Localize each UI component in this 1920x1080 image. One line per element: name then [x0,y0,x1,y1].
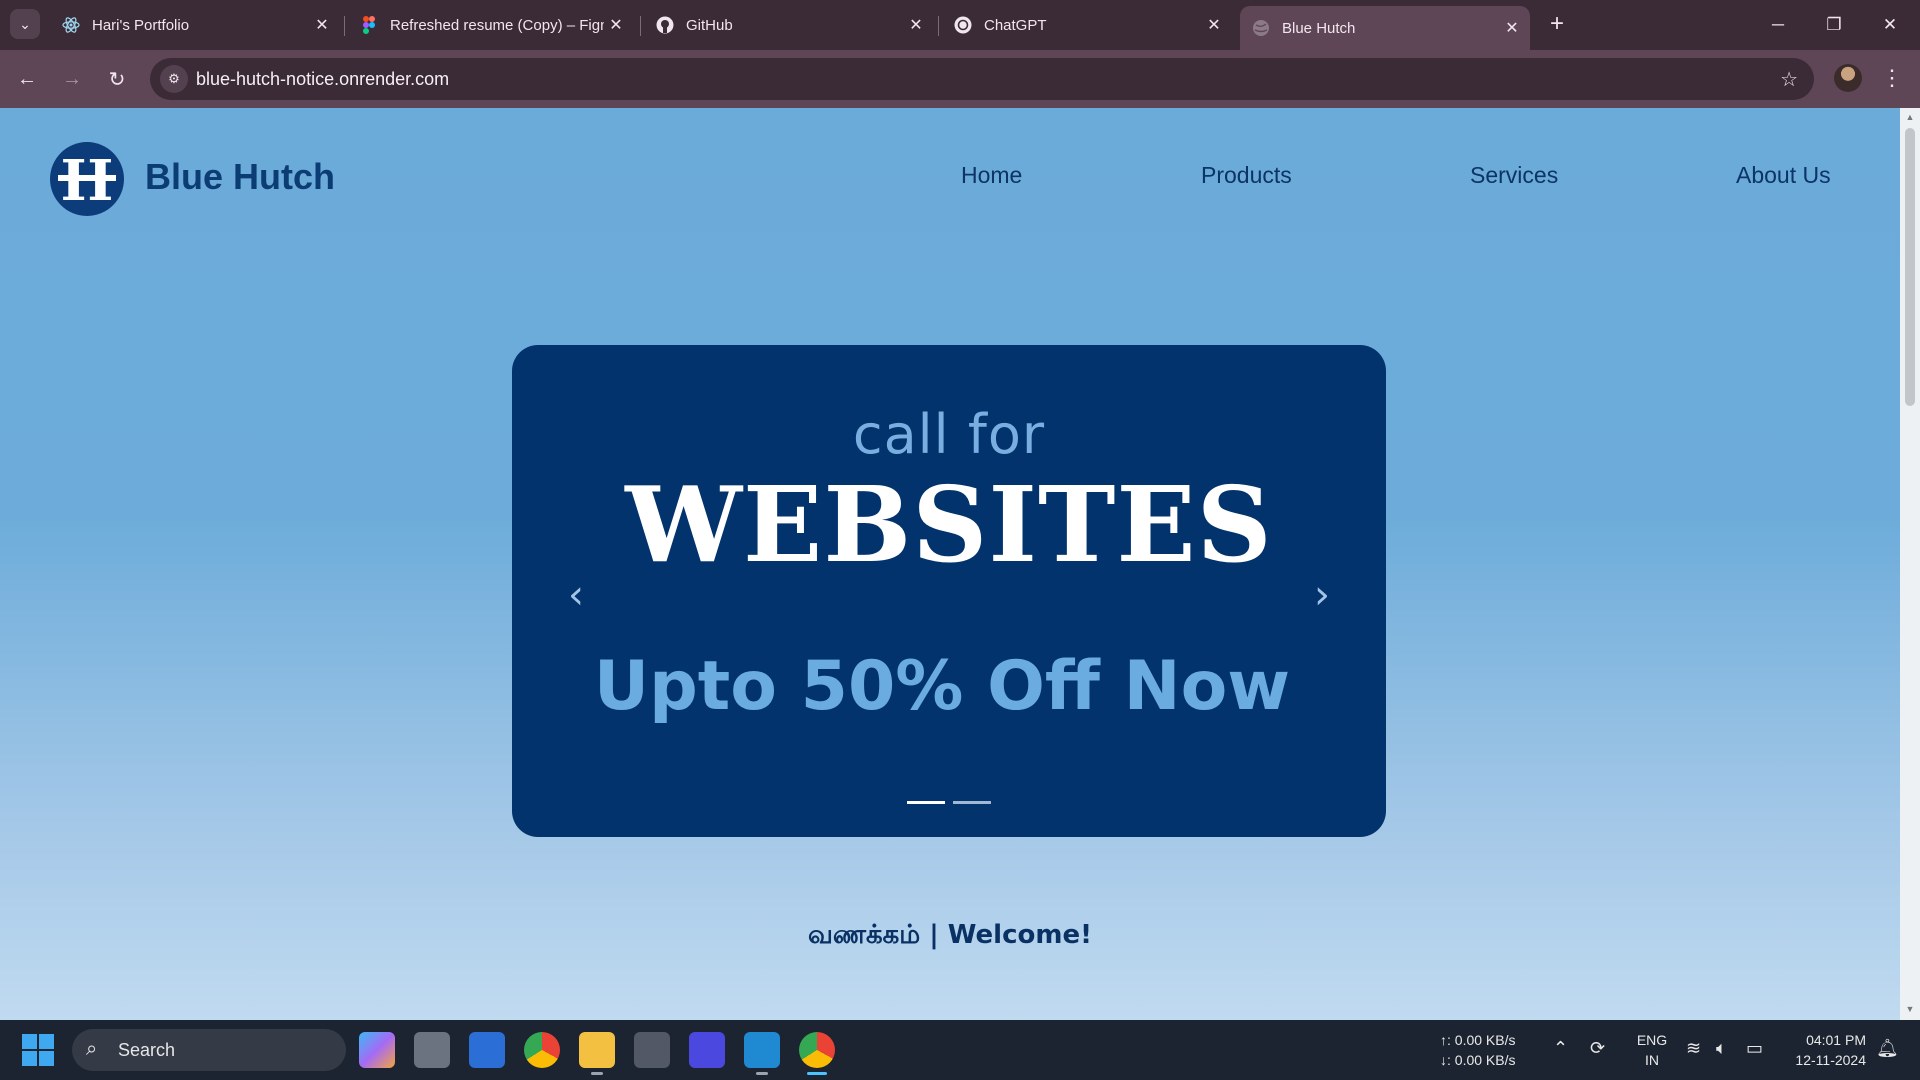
tab-title: ChatGPT [984,16,1047,34]
tab-divider [938,16,939,36]
clock[interactable]: 04:01 PM 12-11-2024 [1782,1030,1866,1070]
address-bar[interactable]: ⚙ blue-hutch-notice.onrender.com ☆ [150,58,1814,100]
task-view-icon[interactable] [414,1032,450,1068]
vscode-icon[interactable] [744,1032,780,1068]
tab-title: Hari's Portfolio [92,16,190,34]
figma-icon [360,16,378,34]
nav-services[interactable]: Services [1470,162,1558,189]
site-name[interactable]: Blue Hutch [145,156,335,198]
tab-title: Refreshed resume (Copy) – Figma [390,16,604,34]
notification-bell-icon[interactable]: 🔔︎ [1876,1038,1899,1059]
bookmark-star-icon[interactable]: ☆ [1780,67,1798,92]
hero-offer: Upto 50% Off Now [593,647,1291,726]
scroll-up-icon[interactable]: ▲ [1904,112,1916,124]
browser-toolbar: ← → ↻ ⚙ blue-hutch-notice.onrender.com ☆… [0,50,1920,108]
close-tab-icon[interactable]: ✕ [904,13,928,37]
github-icon [656,16,674,34]
copilot-icon[interactable] [359,1032,395,1068]
search-placeholder: Search [118,1040,176,1060]
welcome-heading: வணக்கம் | Welcome! [808,920,1092,950]
language-code: ENG [1636,1032,1668,1048]
hero-carousel: call for WEBSITES Upto 50% Off Now ‹ › [512,345,1386,837]
nav-home[interactable]: Home [961,162,1022,189]
wifi-icon[interactable]: ≋ [1686,1038,1701,1059]
tab-haris-portfolio[interactable]: Hari's Portfolio ✕ [50,8,340,42]
page-scrollbar[interactable]: ▲ ▼ [1900,108,1920,1020]
globe-icon [1252,19,1270,37]
cursor-ide-icon[interactable] [689,1032,725,1068]
close-tab-icon[interactable]: ✕ [1202,13,1226,37]
h-logo-icon: H [58,148,116,214]
tab-blue-hutch[interactable]: Blue Hutch ✕ [1240,6,1530,50]
battery-icon[interactable]: ▭ [1746,1038,1763,1059]
blue-hutch-logo[interactable]: H [50,142,124,216]
network-speed: ↑: 0.00 KB/s ↓: 0.00 KB/s [1440,1030,1515,1070]
volume-icon[interactable]: 🔈︎ [1716,1038,1727,1059]
more-menu-icon[interactable]: ⋮ [1880,62,1904,94]
net-down: ↓: 0.00 KB/s [1440,1052,1516,1068]
chrome-profile-icon[interactable] [799,1032,835,1068]
hero-eyebrow: call for [852,403,1046,466]
new-tab-button[interactable]: + [1543,10,1571,38]
tab-figma[interactable]: Refreshed resume (Copy) – Figma ✕ [348,8,634,42]
carousel-prev-chevron-icon[interactable]: ‹ [558,572,594,618]
page-viewport: H Blue Hutch Home Products Services Abou… [0,108,1900,1020]
date: 12-11-2024 [1795,1052,1866,1068]
react-icon [62,16,80,34]
carousel-indicator-1[interactable] [907,801,945,804]
running-indicator [756,1072,768,1075]
show-hidden-icons-chevron-icon[interactable]: ⌃ [1553,1038,1568,1059]
nav-products[interactable]: Products [1201,162,1292,189]
language-indicator[interactable]: ENG IN [1634,1030,1670,1070]
windows-taskbar: ⌕ Search ↑: 0.00 KB/s ↓: 0.00 KB/s ⌃ ⟳ E… [0,1020,1920,1080]
unity-icon[interactable] [634,1032,670,1068]
time: 04:01 PM [1806,1032,1866,1048]
carousel-indicator-2[interactable] [953,801,991,804]
close-tab-icon[interactable]: ✕ [310,13,334,37]
nav-about-us[interactable]: About Us [1736,162,1831,189]
restore-icon[interactable]: ❐ [1806,0,1862,50]
active-indicator [807,1072,827,1075]
carousel-next-chevron-icon[interactable]: › [1304,572,1340,618]
hero-headline: WEBSITES [625,463,1273,586]
taskbar-search[interactable]: ⌕ Search [72,1029,346,1071]
close-tab-icon[interactable]: ✕ [604,13,628,37]
reload-icon[interactable]: ↻ [102,64,132,94]
region-code: IN [1645,1052,1659,1068]
tab-chatgpt[interactable]: ChatGPT ✕ [942,8,1232,42]
site-info-icon[interactable]: ⚙ [160,65,188,93]
chatgpt-icon [954,16,972,34]
url-text[interactable]: blue-hutch-notice.onrender.com [196,69,449,90]
sync-icon[interactable]: ⟳ [1590,1038,1605,1059]
chrome-icon[interactable] [524,1032,560,1068]
tab-search-chevron-icon[interactable]: ⌄ [10,9,40,39]
tab-divider [344,16,345,36]
scrollbar-thumb[interactable] [1905,128,1915,406]
minimize-icon[interactable]: ─ [1750,0,1806,50]
tab-title: Blue Hutch [1282,19,1356,37]
search-icon: ⌕ [86,1038,98,1060]
browser-tab-strip: ⌄ Hari's Portfolio ✕ Refreshed resume (C… [0,0,1920,50]
scroll-down-icon[interactable]: ▼ [1904,1004,1916,1016]
tab-github[interactable]: GitHub ✕ [644,8,934,42]
windows-start-icon[interactable] [22,1034,54,1066]
running-indicator [591,1072,603,1075]
back-arrow-icon[interactable]: ← [12,64,42,94]
widgets-icon[interactable] [469,1032,505,1068]
forward-arrow-icon[interactable]: → [57,64,87,94]
net-up: ↑: 0.00 KB/s [1440,1032,1516,1048]
file-explorer-icon[interactable] [579,1032,615,1068]
tab-title: GitHub [686,16,733,34]
close-window-icon[interactable]: ✕ [1862,0,1918,50]
tab-divider [640,16,641,36]
close-tab-icon[interactable]: ✕ [1500,16,1524,40]
profile-avatar[interactable] [1834,64,1862,92]
